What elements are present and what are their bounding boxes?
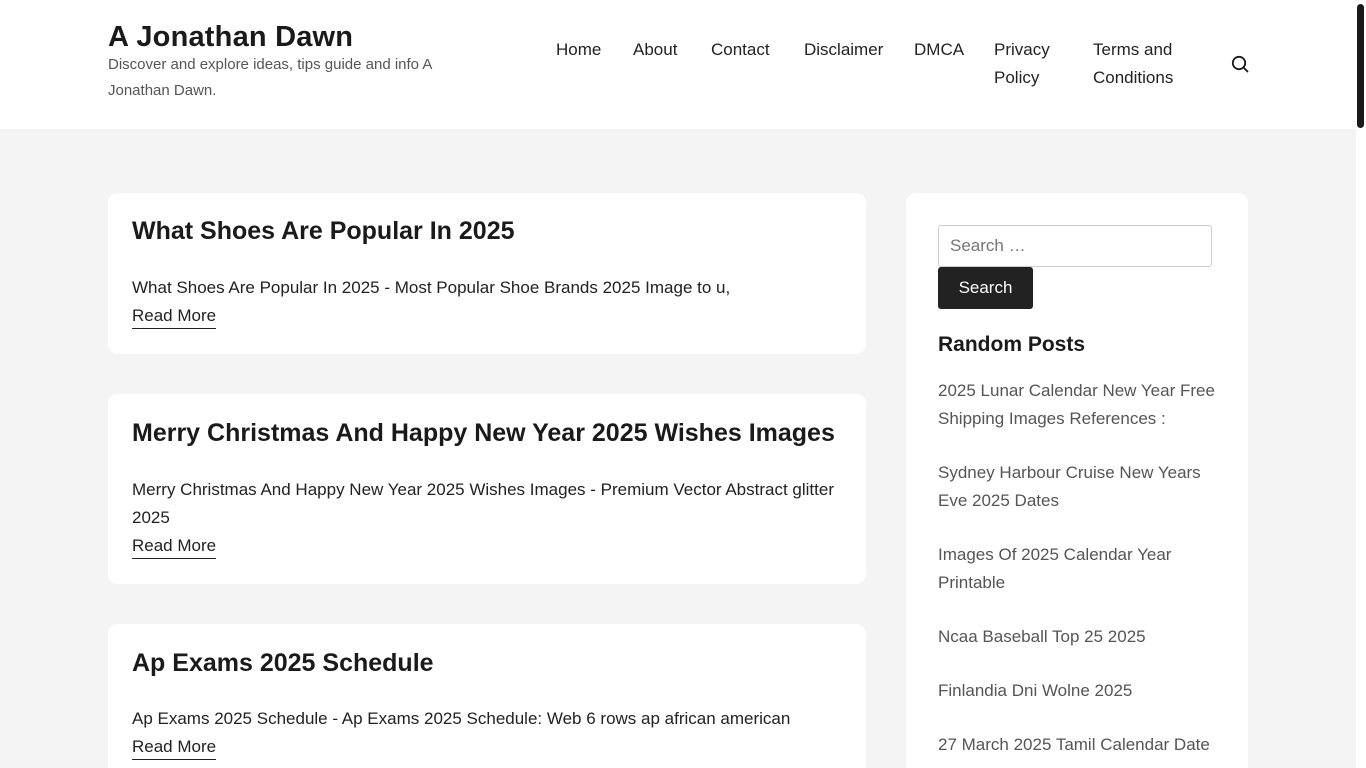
site-tagline: Discover and explore ideas, tips guide a… [108,56,432,99]
read-more-link[interactable]: Read More [132,735,217,760]
nav-item-disclaimer[interactable]: Disclaimer [804,36,883,64]
nav-item-contact[interactable]: Contact [711,36,770,64]
post-title[interactable]: What Shoes Are Popular In 2025 [132,217,515,246]
random-post-link[interactable]: Images Of 2025 Calendar Year Printable [938,541,1218,597]
search-icon[interactable] [1229,53,1251,75]
site-title[interactable]: A Jonathan Dawn [108,21,353,54]
nav-item-home[interactable]: Home [556,36,601,64]
site-header: A Jonathan Dawn Discover and explore ide… [0,0,1356,129]
random-post-link[interactable]: Sydney Harbour Cruise New Years Eve 2025… [938,459,1218,515]
random-post-link[interactable]: Ncaa Baseball Top 25 2025 [938,623,1218,651]
search-input[interactable] [938,225,1212,267]
nav-item-about[interactable]: About [633,36,677,64]
random-post-link[interactable]: Finlandia Dni Wolne 2025 [938,677,1218,705]
search-button[interactable]: Search [938,267,1033,309]
scrollbar-thumb[interactable] [1357,4,1364,128]
read-more-link[interactable]: Read More [132,534,217,559]
post-excerpt: What Shoes Are Popular In 2025 - Most Po… [132,278,731,297]
post-excerpt: Merry Christmas And Happy New Year 2025 … [132,480,834,527]
post-excerpt: Ap Exams 2025 Schedule - Ap Exams 2025 S… [132,709,791,728]
random-post-link[interactable]: 2025 Lunar Calendar New Year Free Shippi… [938,377,1218,433]
post-title[interactable]: Merry Christmas And Happy New Year 2025 … [132,419,835,448]
sidebar: Search Random Posts 2025 Lunar Calendar … [906,193,1248,768]
post-card: Ap Exams 2025 Schedule Ap Exams 2025 Sch… [108,624,866,768]
post-card: Merry Christmas And Happy New Year 2025 … [108,394,866,584]
read-more-link[interactable]: Read More [132,304,217,329]
nav-item-terms-and-conditions[interactable]: Terms and Conditions [1093,36,1193,92]
random-posts-heading: Random Posts [938,333,1086,356]
random-post-link[interactable]: 27 March 2025 Tamil Calendar Date [938,731,1218,759]
post-card: What Shoes Are Popular In 2025 What Shoe… [108,193,866,354]
post-title[interactable]: Ap Exams 2025 Schedule [132,649,434,678]
nav-item-dmca[interactable]: DMCA [914,36,964,64]
nav-item-privacy-policy[interactable]: Privacy Policy [994,36,1064,92]
